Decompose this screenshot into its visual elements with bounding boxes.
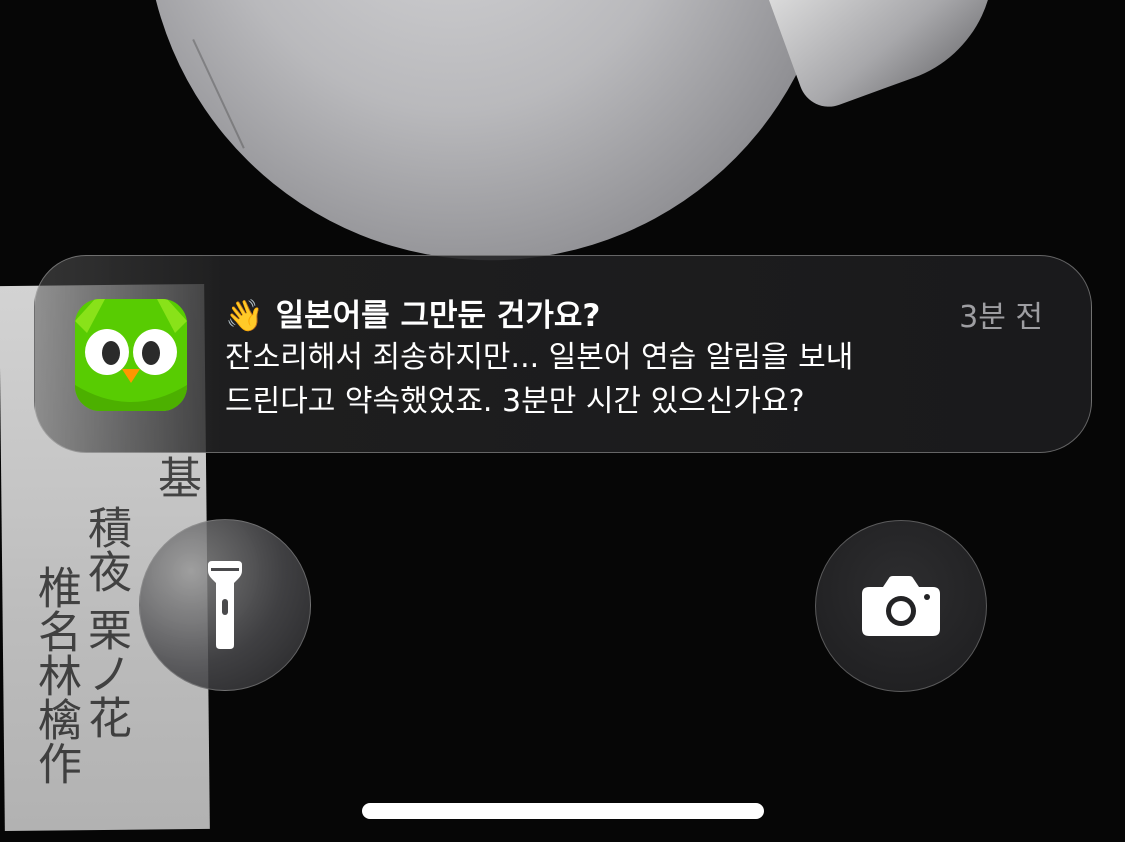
notification-body-line-2: 드린다고 약속했었죠. 3분만 시간 있으신가요?: [225, 384, 805, 419]
camera-button[interactable]: [815, 520, 987, 692]
notification-banner[interactable]: 👋 일본어를 그만둔 건가요? 3분 전 잔소리해서 죄송하지만... 일본어 연…: [34, 255, 1092, 453]
camera-icon: [862, 576, 940, 636]
card-text-title: 積夜 栗ノ花: [80, 505, 131, 739]
home-indicator[interactable]: [362, 803, 764, 819]
waving-hand-icon: 👋: [225, 298, 264, 334]
duolingo-owl-icon: [75, 299, 187, 411]
teacup-handle-image: [762, 0, 1028, 116]
card-text-author: 椎名林檎作: [30, 565, 81, 785]
lock-screen: 基 積夜 栗ノ花 椎名林檎作 👋 일본어를 그만둔 건가요? 3분 전 잔소리해서…: [0, 0, 1125, 842]
notification-timestamp: 3분 전: [959, 300, 1043, 335]
flashlight-icon: [208, 561, 242, 649]
notification-title: 👋 일본어를 그만둔 건가요?: [225, 290, 600, 335]
card-text-top: 基: [150, 455, 201, 499]
flashlight-button[interactable]: [139, 519, 311, 691]
notification-body: 잔소리해서 죄송하지만... 일본어 연습 알림을 보내 드린다고 약속했었죠.…: [225, 336, 985, 424]
notification-title-text: 일본어를 그만둔 건가요?: [275, 298, 601, 334]
notification-body-line-1: 잔소리해서 죄송하지만... 일본어 연습 알림을 보내: [225, 340, 854, 375]
